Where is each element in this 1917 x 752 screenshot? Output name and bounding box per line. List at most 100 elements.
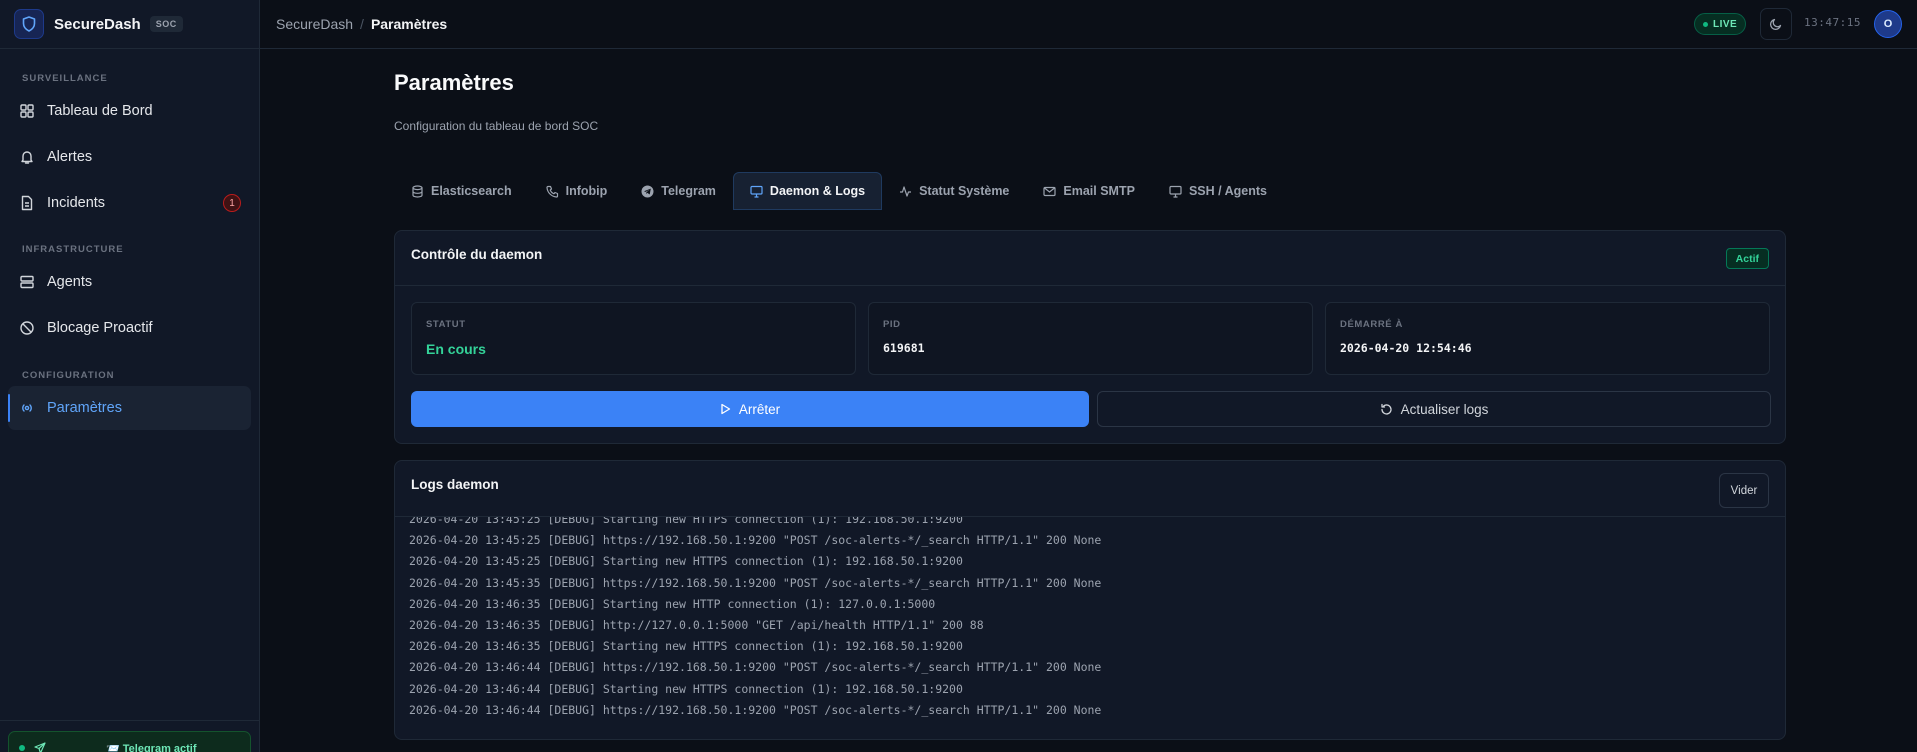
stat-status: STATUT En cours xyxy=(411,302,856,375)
sidebar-footer: 📨 Telegram actif xyxy=(0,720,260,752)
mail-icon xyxy=(1043,185,1056,198)
tab-ssh-agents[interactable]: SSH / Agents xyxy=(1152,172,1284,210)
sidebar-item-incidents[interactable]: Incidents 1 xyxy=(8,181,251,225)
card-header: Logs daemon Vider xyxy=(395,461,1785,517)
telegram-icon xyxy=(641,185,654,198)
stat-started-label: DÉMARRÉ À xyxy=(1340,319,1403,330)
sidebar-item-label: Paramètres xyxy=(47,400,122,416)
sidebar-item-tableau-de-bord[interactable]: Tableau de Bord xyxy=(8,89,251,133)
live-dot-icon xyxy=(1703,21,1708,27)
clear-logs-button[interactable]: Vider xyxy=(1719,473,1769,508)
breadcrumb: SecureDash / Paramètres xyxy=(276,16,447,32)
log-line: 2026-04-20 13:45:25 [DEBUG] https://192.… xyxy=(409,533,1102,548)
stat-pid: PID 619681 xyxy=(868,302,1313,375)
daemon-logs-card: Logs daemon Vider 2026-04-20 13:45:25 [D… xyxy=(394,460,1786,740)
sidebar-item-blocage-proactif[interactable]: Blocage Proactif xyxy=(8,306,251,350)
tab-elasticsearch[interactable]: Elasticsearch xyxy=(394,172,529,210)
log-line: 2026-04-20 13:45:25 [DEBUG] Starting new… xyxy=(409,517,963,526)
breadcrumb-current: Paramètres xyxy=(370,16,448,32)
breadcrumb-root[interactable]: SecureDash xyxy=(276,16,353,32)
tab-label: Elasticsearch xyxy=(431,184,512,198)
moon-icon xyxy=(1769,17,1783,31)
ban-icon xyxy=(19,320,35,336)
tab-label: SSH / Agents xyxy=(1188,184,1267,198)
settings-icon xyxy=(19,400,35,416)
stat-started-value: 2026-04-20 12:54:46 xyxy=(1340,341,1472,355)
theme-toggle-button[interactable] xyxy=(1760,8,1792,40)
live-badge: LIVE xyxy=(1694,13,1747,35)
stat-pid-value: 619681 xyxy=(883,341,925,355)
tab-daemon-logs[interactable]: Daemon & Logs xyxy=(732,172,883,210)
bell-icon xyxy=(19,149,35,165)
stat-started: DÉMARRÉ À 2026-04-20 12:54:46 xyxy=(1325,302,1770,375)
daemon-control-card: Contrôle du daemon Actif STATUT En cours… xyxy=(394,230,1786,444)
refresh-logs-button[interactable]: Actualiser logs xyxy=(1097,391,1771,427)
monitor-icon xyxy=(750,185,763,198)
nav-section-configuration: CONFIGURATION xyxy=(22,370,115,381)
stat-status-label: STATUT xyxy=(426,319,466,330)
top-header: SecureDash / Paramètres LIVE 13:47:15 O xyxy=(260,0,1917,49)
tab-label: Infobip xyxy=(565,184,608,198)
activity-icon xyxy=(899,185,912,198)
stop-daemon-button[interactable]: Arrêter xyxy=(411,391,1089,427)
tab-label: Daemon & Logs xyxy=(769,184,866,198)
play-icon xyxy=(720,403,731,415)
daemon-control-title: Contrôle du daemon xyxy=(411,247,543,262)
logs-title: Logs daemon xyxy=(411,477,499,492)
phone-icon xyxy=(546,185,559,198)
sidebar-item-label: Tableau de Bord xyxy=(47,103,153,119)
sidebar-item-label: Blocage Proactif xyxy=(47,320,153,336)
tab-label: Telegram xyxy=(661,184,716,198)
settings-tabs: Elasticsearch Infobip Telegram Daemon & … xyxy=(394,172,1284,210)
avatar[interactable]: O xyxy=(1874,10,1902,38)
sidebar-item-label: Alertes xyxy=(47,149,93,165)
brand[interactable]: SecureDash SOC xyxy=(0,0,259,49)
log-viewer[interactable]: 2026-04-20 13:45:25 [DEBUG] Starting new… xyxy=(395,517,1785,739)
telegram-status-label: 📨 Telegram actif xyxy=(106,742,197,752)
log-line: 2026-04-20 13:45:25 [DEBUG] Starting new… xyxy=(409,554,963,569)
stat-pid-label: PID xyxy=(883,319,901,330)
stat-status-value: En cours xyxy=(426,341,486,357)
incident-count-badge: 1 xyxy=(223,194,241,212)
refresh-icon xyxy=(1380,403,1393,416)
nav-section-infrastructure: INFRASTRUCTURE xyxy=(22,244,124,255)
stop-button-label: Arrêter xyxy=(738,401,781,417)
database-icon xyxy=(411,184,424,198)
brand-badge: SOC xyxy=(149,16,183,32)
brand-name: SecureDash xyxy=(54,15,141,33)
sidebar-item-label: Incidents xyxy=(47,195,106,211)
sidebar-item-label: Agents xyxy=(47,274,93,290)
page-title: Paramètres xyxy=(394,70,514,95)
shield-icon xyxy=(14,9,44,39)
tab-email-smtp[interactable]: Email SMTP xyxy=(1026,172,1152,210)
status-dot-icon xyxy=(19,745,25,751)
live-label: LIVE xyxy=(1713,18,1738,30)
monitor-icon xyxy=(1169,185,1182,198)
server-icon xyxy=(19,274,35,290)
nav-section-surveillance: SURVEILLANCE xyxy=(22,73,108,84)
page-subtitle: Configuration du tableau de bord SOC xyxy=(394,119,599,133)
log-line: 2026-04-20 13:46:35 [DEBUG] Starting new… xyxy=(409,639,963,654)
log-line: 2026-04-20 13:46:35 [DEBUG] Starting new… xyxy=(409,596,936,611)
tab-telegram[interactable]: Telegram xyxy=(624,172,733,210)
status-badge: Actif xyxy=(1725,248,1769,269)
file-icon xyxy=(19,195,35,211)
sidebar-item-alertes[interactable]: Alertes xyxy=(8,135,251,179)
tab-statut-systeme[interactable]: Statut Système xyxy=(882,172,1026,210)
sidebar-item-agents[interactable]: Agents xyxy=(8,260,251,304)
refresh-button-label: Actualiser logs xyxy=(1400,401,1489,417)
tab-infobip[interactable]: Infobip xyxy=(529,172,625,210)
grid-icon xyxy=(19,103,35,119)
log-line: 2026-04-20 13:46:44 [DEBUG] https://192.… xyxy=(409,660,1102,675)
log-line: 2026-04-20 13:46:44 [DEBUG] Starting new… xyxy=(409,681,963,696)
sidebar-item-parametres[interactable]: Paramètres xyxy=(8,386,251,430)
log-line: 2026-04-20 13:46:44 [DEBUG] https://192.… xyxy=(409,702,1102,717)
tab-label: Email SMTP xyxy=(1063,184,1135,198)
clock: 13:47:15 xyxy=(1804,16,1861,29)
log-line: 2026-04-20 13:45:35 [DEBUG] https://192.… xyxy=(409,575,1102,590)
send-icon xyxy=(34,742,46,752)
sidebar: SecureDash SOC SURVEILLANCE Tableau de B… xyxy=(0,0,260,752)
tab-label: Statut Système xyxy=(919,184,1010,198)
breadcrumb-separator: / xyxy=(360,16,364,32)
telegram-status[interactable]: 📨 Telegram actif xyxy=(8,731,251,752)
